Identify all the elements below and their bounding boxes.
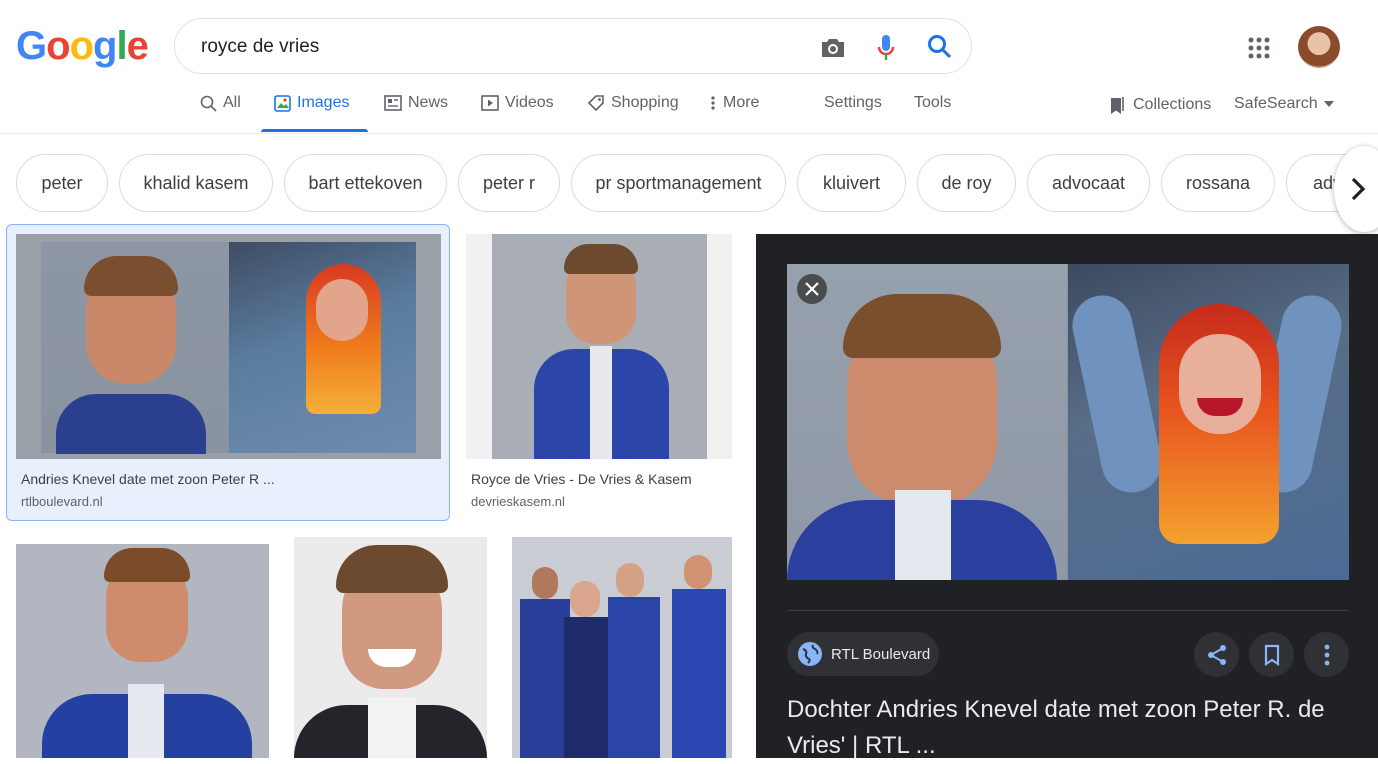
tag-icon — [587, 95, 604, 112]
tab-shopping[interactable]: Shopping — [587, 94, 679, 112]
chip[interactable]: peter r — [458, 154, 560, 212]
header-divider — [0, 133, 1378, 134]
tab-tools[interactable]: Tools — [914, 94, 951, 112]
tab-all[interactable]: All — [200, 94, 241, 112]
logo-letter: g — [93, 24, 117, 68]
source-name: RTL Boulevard — [831, 645, 931, 663]
thumb-face-woman — [316, 279, 368, 341]
video-icon — [481, 95, 499, 111]
thumb-face — [532, 567, 558, 599]
result-title[interactable]: Andries Knevel date met zoon Peter R ... — [21, 471, 275, 487]
share-icon — [1207, 644, 1226, 665]
search-icon[interactable] — [927, 34, 953, 60]
camera-icon[interactable] — [819, 35, 847, 61]
preview-shirt — [895, 490, 951, 580]
tab-news[interactable]: News — [384, 94, 448, 112]
result-thumbnail[interactable] — [512, 537, 732, 758]
logo-letter: e — [126, 24, 149, 68]
chip[interactable]: khalid kasem — [119, 154, 273, 212]
safesearch-label: SafeSearch — [1234, 95, 1318, 112]
news-icon — [384, 95, 402, 111]
thumb-face — [684, 555, 712, 589]
chip[interactable]: de roy — [917, 154, 1016, 212]
collections-icon — [1111, 97, 1124, 114]
thumb-shirt — [368, 697, 416, 758]
tab-label: Images — [297, 94, 350, 111]
search-icon — [200, 95, 217, 112]
close-button[interactable] — [797, 274, 827, 304]
save-button[interactable] — [1249, 632, 1294, 677]
tab-settings[interactable]: Settings — [824, 94, 882, 112]
google-logo[interactable]: Google — [16, 24, 149, 68]
chevron-down-icon — [1323, 101, 1334, 107]
thumb-suit — [608, 597, 660, 758]
search-box[interactable]: royce de vries — [174, 18, 972, 74]
thumb-suit — [56, 394, 206, 454]
bookmark-icon — [1264, 644, 1279, 666]
thumb-face — [570, 581, 600, 617]
preview-image[interactable] — [787, 264, 1349, 580]
preview-hair — [843, 294, 1001, 358]
result-source[interactable]: devrieskasem.nl — [471, 494, 565, 509]
tab-label: Settings — [824, 94, 882, 111]
result-thumbnail[interactable] — [16, 544, 269, 758]
thumb-hair — [84, 256, 178, 296]
tab-images[interactable]: Images — [274, 94, 349, 112]
safesearch-dropdown[interactable]: SafeSearch — [1234, 95, 1334, 113]
tab-label: More — [723, 94, 760, 111]
search-input[interactable]: royce de vries — [201, 36, 319, 58]
tab-videos[interactable]: Videos — [481, 94, 554, 112]
more-vert-icon — [1324, 644, 1329, 665]
chip[interactable]: advocaat — [1027, 154, 1150, 212]
avatar[interactable] — [1298, 26, 1340, 68]
logo-letter: o — [46, 24, 70, 68]
preview-divider — [787, 610, 1349, 611]
mic-icon[interactable] — [877, 33, 895, 63]
chip[interactable]: peter — [16, 154, 108, 212]
thumb-dress — [564, 617, 610, 758]
active-tab-indicator — [261, 129, 368, 132]
thumb-shirt — [590, 346, 612, 459]
chip[interactable]: kluivert — [797, 154, 906, 212]
result-thumbnail[interactable] — [466, 234, 732, 459]
thumb-suit — [672, 589, 726, 758]
thumb-hair — [104, 548, 190, 582]
close-icon — [805, 282, 819, 296]
tab-label: All — [223, 94, 241, 111]
thumb-hair — [336, 545, 448, 593]
image-icon — [274, 94, 291, 112]
logo-letter: l — [116, 24, 127, 68]
preview-title[interactable]: Dochter Andries Knevel date met zoon Pet… — [787, 692, 1357, 764]
chevron-right-icon — [1351, 177, 1366, 201]
collections-label: Collections — [1133, 96, 1212, 113]
logo-letter: G — [16, 24, 47, 68]
result-source[interactable]: rtlboulevard.nl — [21, 494, 103, 509]
result-thumbnail[interactable] — [16, 234, 441, 459]
thumb-face — [616, 563, 644, 597]
tab-label: News — [408, 94, 449, 111]
share-button[interactable] — [1194, 632, 1239, 677]
preview-face-woman — [1179, 334, 1261, 434]
tab-label: Videos — [505, 94, 554, 111]
logo-letter: o — [69, 24, 94, 68]
thumb-shirt — [128, 684, 164, 758]
tab-label: Tools — [914, 94, 952, 111]
result-title[interactable]: Royce de Vries - De Vries & Kasem — [471, 471, 692, 487]
chip[interactable]: bart ettekoven — [284, 154, 447, 212]
chip[interactable]: rossana — [1161, 154, 1275, 212]
source-chip[interactable]: RTL Boulevard — [787, 632, 939, 676]
thumb-hair — [564, 244, 638, 274]
tab-label: Shopping — [611, 94, 679, 111]
more-vert-icon — [711, 96, 715, 110]
chip[interactable]: pr sportmanagement — [571, 154, 786, 212]
collections-link[interactable]: Collections — [1107, 95, 1211, 115]
tab-more[interactable]: More — [709, 94, 759, 112]
apps-icon[interactable] — [1248, 37, 1270, 59]
more-options-button[interactable] — [1304, 632, 1349, 677]
globe-icon — [798, 642, 822, 666]
result-thumbnail[interactable] — [294, 537, 487, 758]
thumb-suit — [520, 599, 570, 758]
